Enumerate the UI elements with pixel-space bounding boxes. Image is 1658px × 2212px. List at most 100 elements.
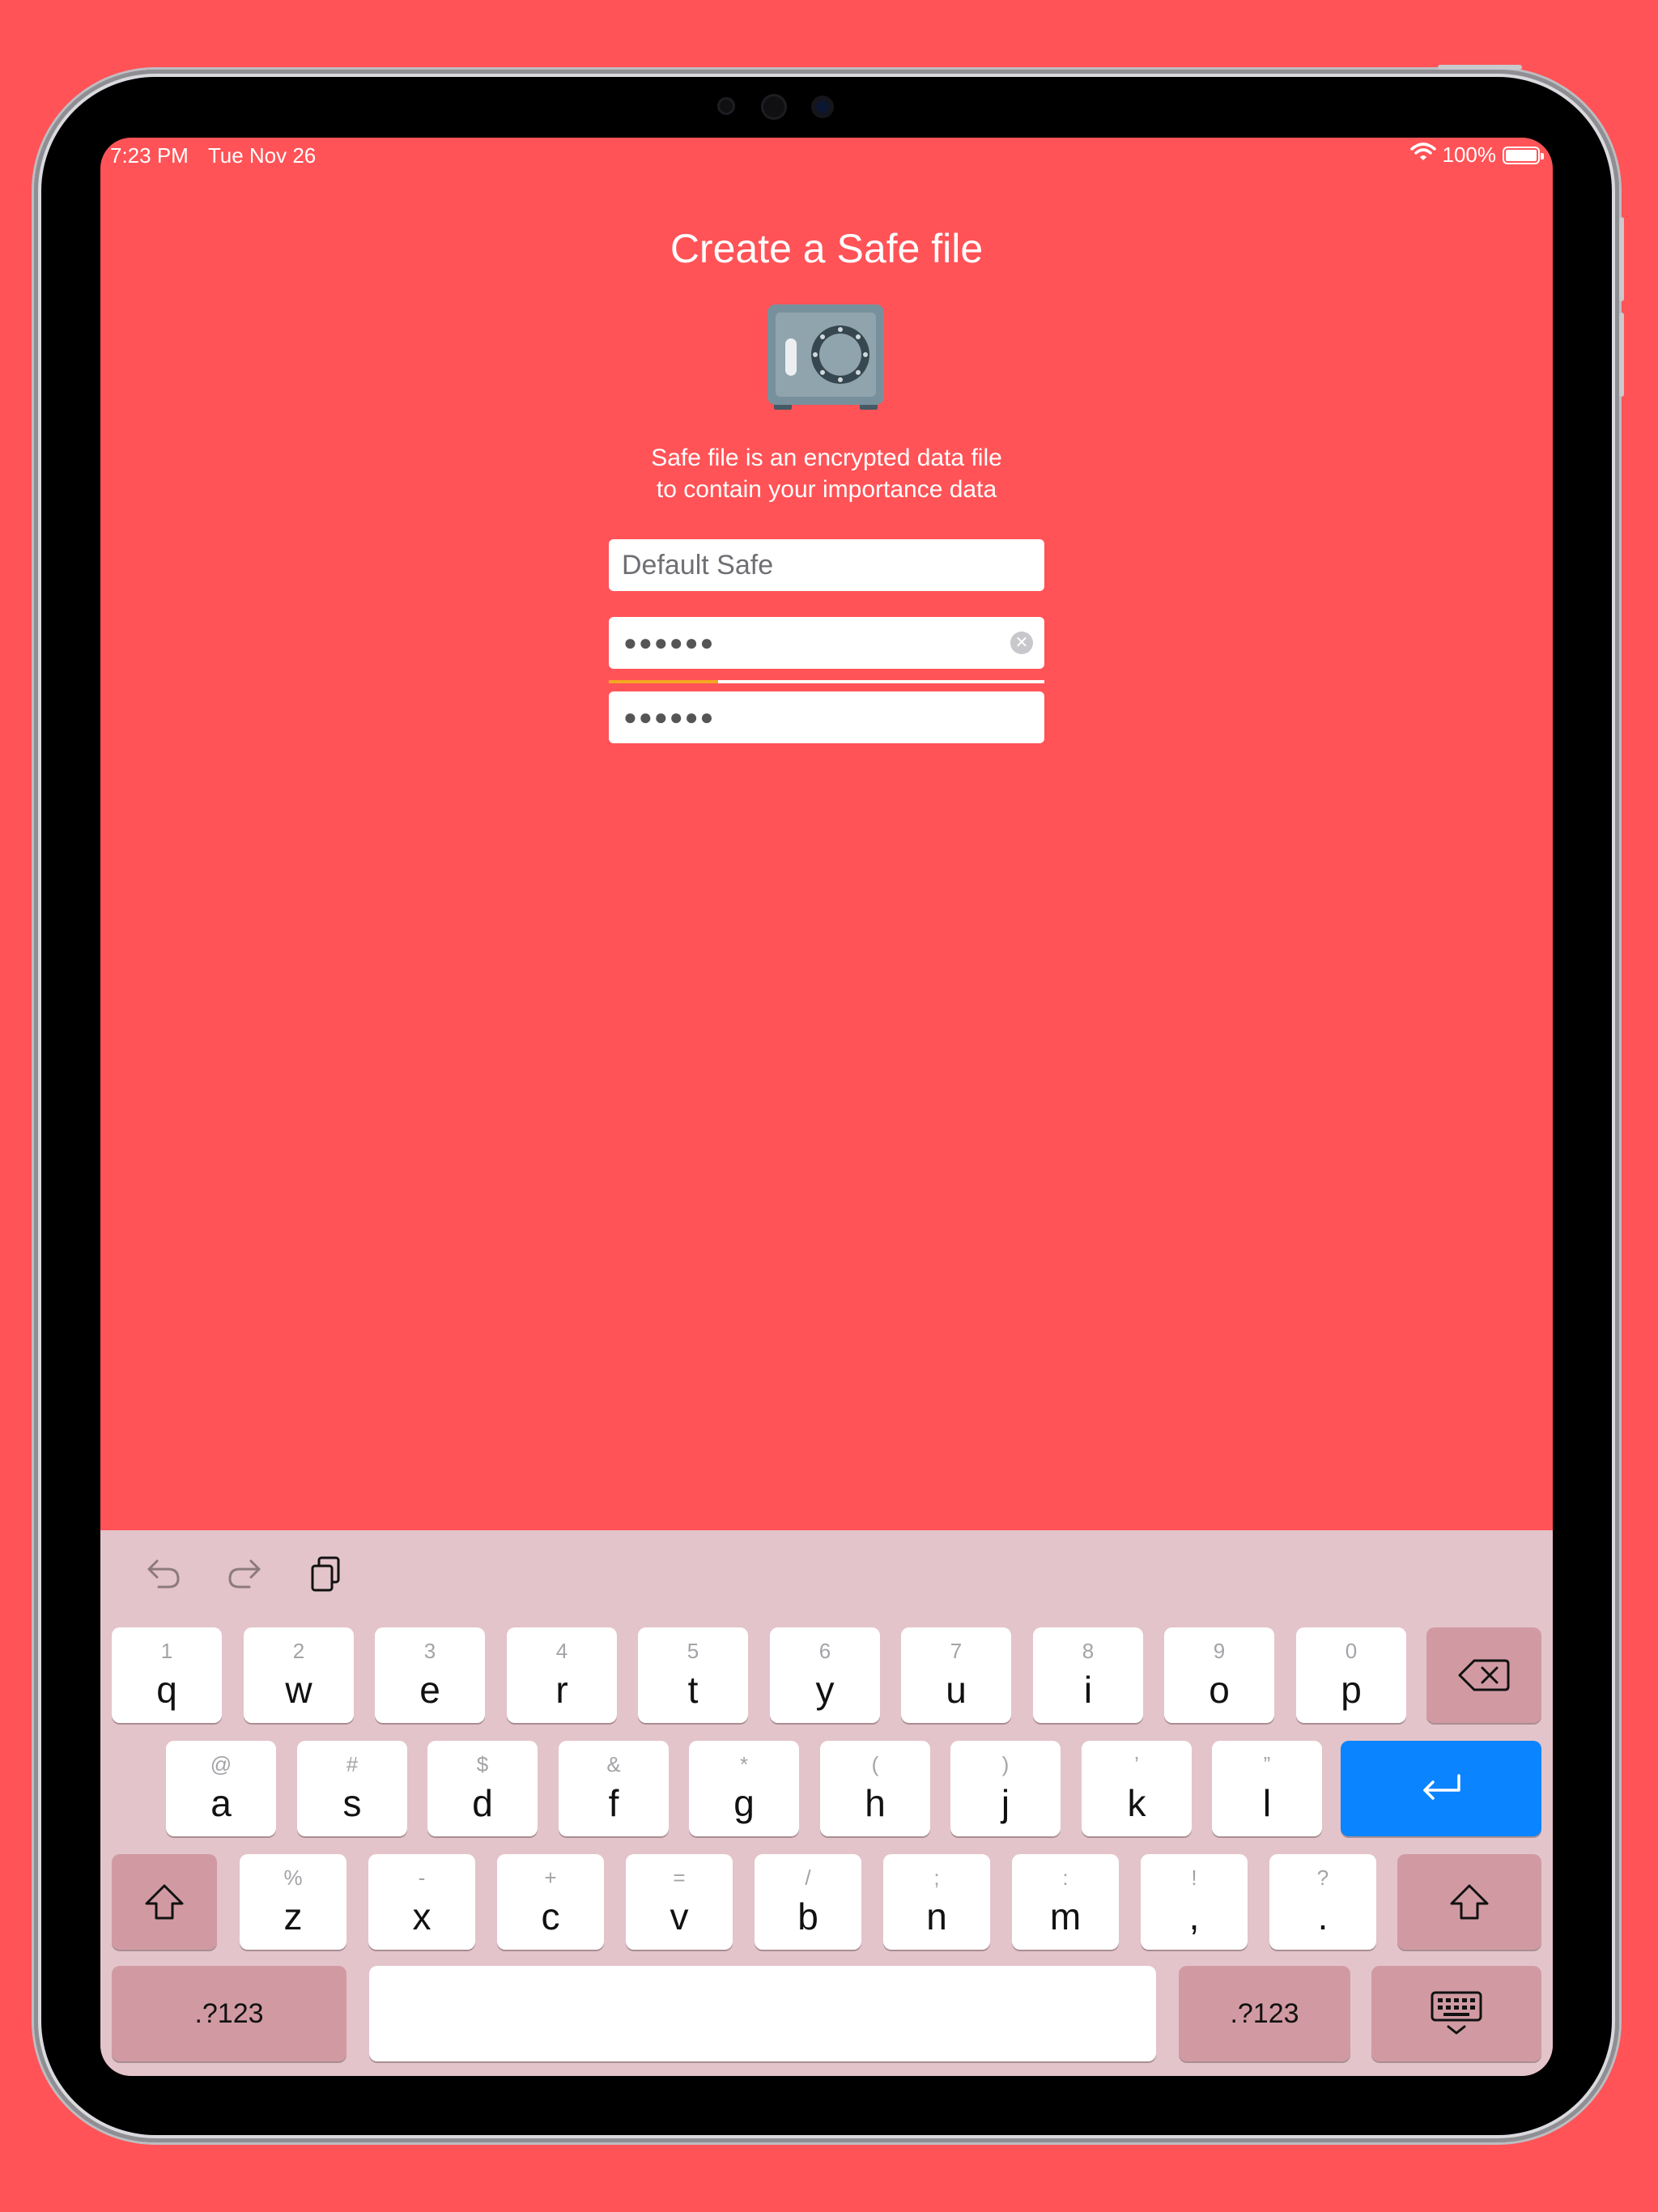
key-i[interactable]: 8i [1033,1627,1143,1723]
numbers-key-right[interactable]: .?123 [1179,1966,1350,2061]
key-label: x [412,1895,432,1938]
key-q[interactable]: 1q [112,1627,222,1723]
return-key[interactable] [1341,1741,1541,1836]
numbers-key-left[interactable]: .?123 [112,1966,346,2061]
battery-level [1506,149,1537,161]
key-label: . [1317,1895,1329,1938]
key-hint: = [673,1865,686,1890]
key-u[interactable]: 7u [901,1627,1011,1723]
safe-name-input[interactable] [609,539,1044,591]
status-bar: 7:23 PM Tue Nov 26 100% [100,138,1553,173]
key-hint: ( [871,1752,879,1776]
key-t[interactable]: 5t [638,1627,748,1723]
wifi-icon [1409,143,1436,168]
numbers-key-label: .?123 [1230,1997,1299,2029]
key-hint: 4 [555,1639,568,1663]
key-label: j [1001,1782,1010,1824]
key-m[interactable]: :m [1012,1854,1119,1950]
description: Safe file is an encrypted data file to c… [100,442,1553,505]
key-n[interactable]: ; n [883,1854,990,1950]
key-label: n [926,1895,947,1938]
key-hint: % [283,1865,303,1890]
key-s[interactable]: # s [297,1741,407,1836]
space-key[interactable] [369,1966,1156,2061]
return-icon [1341,1741,1541,1836]
key-hint: 5 [687,1639,699,1663]
key-hint: 9 [1213,1639,1226,1663]
undo-icon[interactable] [141,1551,186,1597]
key-j[interactable]: ) j [950,1741,1061,1836]
key-v[interactable]: = v [626,1854,733,1950]
key-hint: 6 [818,1639,831,1663]
shift-icon [112,1854,217,1950]
keyboard-toolbar [141,1551,348,1597]
key-comma[interactable]: !, [1141,1854,1248,1950]
key-x[interactable]: -x [368,1854,475,1950]
backspace-icon [1426,1627,1541,1723]
key-hint: $ [476,1752,489,1776]
key-label: z [283,1895,303,1938]
key-o[interactable]: 9o [1164,1627,1274,1723]
key-k[interactable]: ’ k [1082,1741,1192,1836]
key-label: , [1188,1895,1200,1938]
page-title: Create a Safe file [670,226,984,271]
key-z[interactable]: % z [240,1854,346,1950]
description-line-2: to contain your importance data [656,476,997,503]
shift-key-left[interactable] [112,1854,217,1950]
key-label: a [210,1782,232,1824]
key-hint: 2 [292,1639,305,1663]
key-b[interactable]: / b [755,1854,861,1950]
key-r[interactable]: 4r [507,1627,617,1723]
key-hint: # [346,1752,359,1776]
key-label: d [472,1782,493,1824]
key-g[interactable]: * g [689,1741,799,1836]
battery-icon [1503,146,1544,164]
confirm-password-field[interactable]: ●●●●●● [609,691,1044,743]
safe-name-field[interactable] [609,539,1044,591]
backspace-key[interactable] [1426,1627,1541,1723]
safe-icon [767,304,884,411]
key-hint: 1 [160,1639,173,1663]
password-field[interactable]: ●●●●●● ✕ [609,617,1044,669]
front-camera [811,96,834,118]
numbers-key-label: .?123 [194,1997,264,2029]
key-hint: ” [1263,1752,1271,1776]
description-line-1: Safe file is an encrypted data file [651,445,1002,471]
volume-down-button [1619,313,1624,397]
confirm-password-masked-text: ●●●●●● [623,704,716,730]
key-d[interactable]: $ d [427,1741,538,1836]
key-y[interactable]: 6y [770,1627,880,1723]
top-button [1438,65,1522,70]
key-hint: ? [1316,1865,1329,1890]
key-hint: 0 [1345,1639,1358,1663]
dismiss-keyboard-key[interactable] [1371,1966,1541,2061]
clear-icon[interactable]: ✕ [1010,632,1033,654]
key-label: t [687,1669,699,1711]
password-masked-text: ●●●●●● [623,630,716,655]
password-strength-fill [609,680,718,683]
key-label: q [156,1669,177,1711]
paste-icon[interactable] [303,1551,348,1597]
key-p[interactable]: 0p [1296,1627,1406,1723]
key-period[interactable]: ?. [1269,1854,1376,1950]
redo-icon[interactable] [222,1551,267,1597]
key-label: e [419,1669,440,1711]
key-hint: ! [1191,1865,1197,1890]
key-hint: ’ [1134,1752,1139,1776]
key-e[interactable]: 3e [375,1627,485,1723]
key-a[interactable]: @ a [166,1741,276,1836]
shift-key-right[interactable] [1397,1854,1541,1950]
key-h[interactable]: (h [820,1741,930,1836]
status-date: Tue Nov 26 [207,143,317,168]
key-label: h [865,1782,886,1824]
key-f[interactable]: & f [559,1741,669,1836]
volume-up-button [1619,217,1624,301]
key-l[interactable]: ” l [1212,1741,1322,1836]
key-w[interactable]: 2w [244,1627,354,1723]
key-label: u [946,1669,967,1711]
key-label: l [1262,1782,1272,1824]
battery-percent: 100% [1442,143,1497,167]
key-c[interactable]: + c [497,1854,604,1950]
key-label: w [285,1669,312,1711]
sensor-dot [717,97,735,115]
